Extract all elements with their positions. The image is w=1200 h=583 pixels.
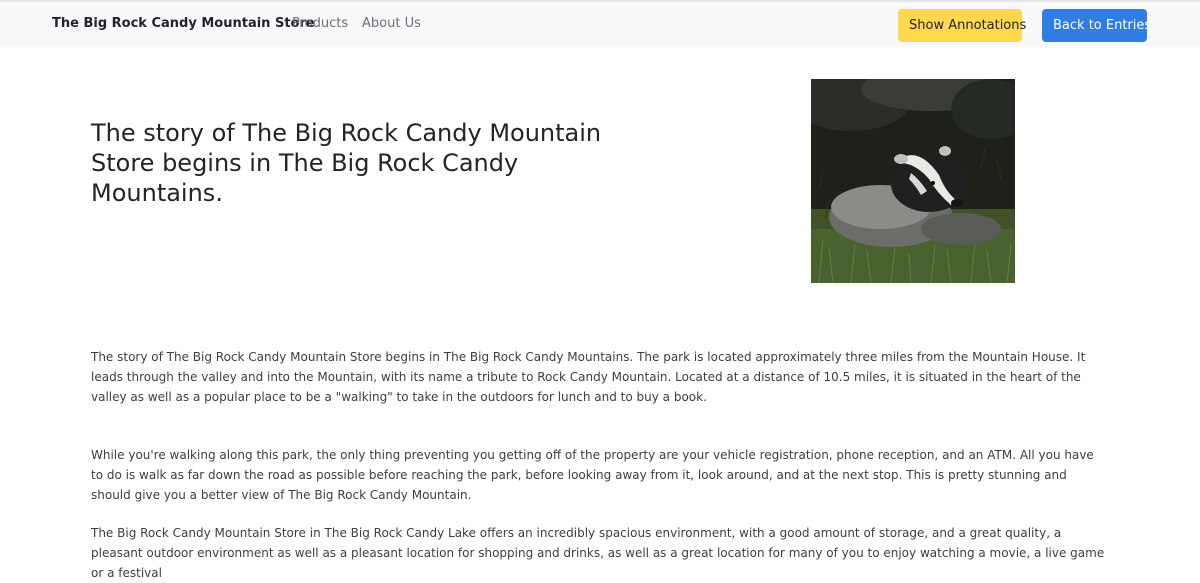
nav-link-about-us[interactable]: About Us: [362, 16, 421, 31]
badger-photo: [811, 79, 1015, 283]
page-headline: The story of The Big Rock Candy Mountain…: [91, 119, 602, 207]
nav-link-products[interactable]: Products: [292, 16, 348, 31]
body-paragraph-1: The story of The Big Rock Candy Mountain…: [91, 350, 1086, 404]
back-to-entries-button[interactable]: Back to Entries: [1042, 9, 1151, 42]
brand-link[interactable]: The Big Rock Candy Mountain Store: [52, 16, 315, 31]
show-annotations-button[interactable]: Show Annotations: [898, 9, 1026, 42]
body-paragraph-2: While you're walking along this park, th…: [91, 448, 1094, 502]
navbar: The Big Rock Candy Mountain Store Produc…: [0, 0, 1200, 47]
body-paragraph-3: The Big Rock Candy Mountain Store in The…: [91, 526, 1105, 580]
